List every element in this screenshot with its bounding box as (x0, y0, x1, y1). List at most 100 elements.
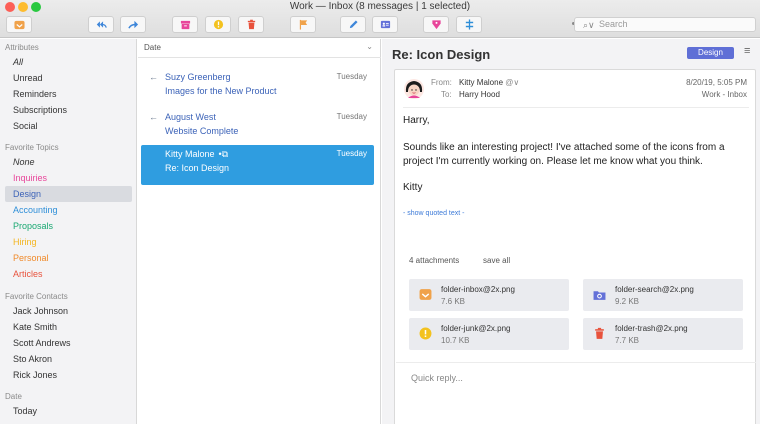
message-date: Tuesday (336, 72, 367, 81)
message-row-selected[interactable]: Kitty Malone •⧉ Re: Icon Design Tuesday (141, 145, 374, 185)
sidebar-item-design[interactable]: Design (5, 186, 132, 202)
sidebar-item-all[interactable]: All (5, 54, 132, 70)
trash-button[interactable] (238, 16, 264, 33)
forward-button[interactable] (120, 16, 146, 33)
body-greeting: Harry, (403, 115, 430, 126)
filter-button[interactable] (456, 16, 482, 33)
attachment-tile[interactable]: folder-search@2x.png 9.2 KB (583, 279, 743, 311)
trash-icon (247, 19, 255, 30)
message-datetime: 8/20/19, 5:05 PM (686, 78, 747, 87)
archive-icon (180, 20, 190, 30)
message-subject: Images for the New Product (165, 86, 277, 96)
inbox-button[interactable] (6, 16, 32, 33)
message-sender: August West (165, 112, 216, 122)
inbox-icon (419, 289, 432, 300)
sort-bar[interactable]: Date ⌄ (138, 39, 381, 58)
message-sender-wrap: Kitty Malone •⧉ (165, 149, 228, 160)
sidebar-item-reminders[interactable]: Reminders (5, 86, 132, 102)
message-folder: Work - Inbox (701, 90, 747, 99)
junk-button[interactable] (205, 16, 231, 33)
to-label: To: (441, 90, 452, 99)
search-icon: ⌕∨ (583, 20, 595, 30)
compose-icon (349, 20, 358, 29)
sidebar-item-today[interactable]: Today (5, 403, 132, 419)
sender-name[interactable]: Kitty Malone @∨ (459, 78, 519, 87)
sidebar-section-date: Date (5, 392, 22, 401)
attachment-size: 7.7 KB (615, 336, 640, 345)
sidebar-item-social[interactable]: Social (5, 118, 132, 134)
attachment-name: folder-junk@2x.png (441, 324, 511, 333)
attachment-tile[interactable]: folder-trash@2x.png 7.7 KB (583, 318, 743, 350)
junk-icon (419, 327, 432, 340)
trash-icon (595, 327, 604, 339)
quick-reply-divider (396, 362, 756, 363)
sidebar-item-hiring[interactable]: Hiring (5, 234, 132, 250)
inbox-icon (13, 20, 25, 30)
sidebar-item-contact[interactable]: Sto Akron (5, 351, 132, 367)
message-title: Re: Icon Design (392, 47, 491, 62)
message-row[interactable]: ← August West Website Complete Tuesday (141, 108, 374, 148)
sidebar-item-contact[interactable]: Kate Smith (5, 319, 132, 335)
search-placeholder: Search (599, 19, 628, 29)
attachment-tile[interactable]: folder-inbox@2x.png 7.6 KB (409, 279, 569, 311)
tag-button[interactable] (423, 16, 449, 33)
archive-button[interactable] (172, 16, 198, 33)
sidebar-item-inquiries[interactable]: Inquiries (5, 170, 132, 186)
paperclip-icon: •⧉ (218, 149, 229, 159)
sidebar-item-contact[interactable]: Scott Andrews (5, 335, 132, 351)
hamburger-menu-icon[interactable]: ≡ (744, 45, 750, 57)
attachment-size: 7.6 KB (441, 297, 466, 306)
folder-search-icon (593, 291, 606, 300)
sender-name-text: Kitty Malone (459, 78, 504, 87)
quick-reply-input[interactable]: Quick reply... (411, 373, 463, 383)
attachment-tile[interactable]: folder-junk@2x.png 10.7 KB (409, 318, 569, 350)
sidebar-item-proposals[interactable]: Proposals (5, 218, 132, 234)
flag-icon (299, 19, 307, 30)
sidebar-item-unread[interactable]: Unread (5, 70, 132, 86)
avatar (404, 79, 424, 99)
sidebar-item-subscriptions[interactable]: Subscriptions (5, 102, 132, 118)
flag-button[interactable] (290, 16, 316, 33)
sidebar-item-accounting[interactable]: Accounting (5, 202, 132, 218)
sidebar-item-contact[interactable]: Rick Jones (5, 367, 132, 383)
compose-button[interactable] (340, 16, 366, 33)
attachment-name: folder-trash@2x.png (615, 324, 688, 333)
reply-all-button[interactable] (88, 16, 114, 33)
save-all-button[interactable]: save all (483, 256, 510, 265)
message-subject: Re: Icon Design (165, 163, 230, 173)
sidebar-section-attributes: Attributes (5, 43, 39, 52)
attachment-size: 10.7 KB (441, 336, 470, 345)
sidebar-item-personal[interactable]: Personal (5, 250, 132, 266)
message-row[interactable]: ← Suzy Greenberg Images for the New Prod… (141, 68, 374, 108)
search-input[interactable]: ⌕∨ Search (574, 17, 756, 32)
attachment-size: 9.2 KB (615, 297, 640, 306)
sidebar-section-favorite-contacts: Favorite Contacts (5, 292, 68, 301)
reply-all-icon (96, 21, 107, 28)
sidebar-item-none[interactable]: None (5, 154, 132, 170)
contact-card-icon (380, 20, 390, 29)
recipient-name[interactable]: Harry Hood (459, 90, 500, 99)
sidebar-item-contact[interactable]: Jack Johnson (5, 303, 132, 319)
filter-icon (465, 19, 473, 30)
sidebar-section-favorite-topics: Favorite Topics (5, 143, 59, 152)
header-divider (403, 107, 749, 108)
sidebar-item-articles[interactable]: Articles (5, 266, 132, 282)
message-subject: Website Complete (165, 126, 239, 136)
topic-tag-badge[interactable]: Design (687, 47, 734, 59)
attachment-name: folder-search@2x.png (615, 285, 694, 294)
attachment-name: folder-inbox@2x.png (441, 285, 515, 294)
message-sender: Suzy Greenberg (165, 72, 231, 82)
contact-card-button[interactable] (372, 16, 398, 33)
message-card: From: Kitty Malone @∨ To: Harry Hood 8/2… (394, 69, 756, 424)
chevron-down-icon: ⌄ (366, 42, 373, 51)
body-paragraph: Sounds like an interesting project! I've… (403, 142, 725, 167)
junk-icon (213, 19, 223, 30)
tag-icon (431, 20, 441, 30)
reading-pane: Re: Icon Design Design ≡ From: Kitty Mal… (382, 39, 760, 424)
reply-arrow-icon: ← (149, 72, 158, 82)
sidebar: Attributes All Unread Reminders Subscrip… (0, 39, 137, 424)
message-date: Tuesday (336, 112, 367, 121)
forward-icon (127, 20, 138, 29)
message-date: Tuesday (336, 149, 367, 158)
show-quoted-text-link[interactable]: - show quoted text - (403, 210, 464, 217)
